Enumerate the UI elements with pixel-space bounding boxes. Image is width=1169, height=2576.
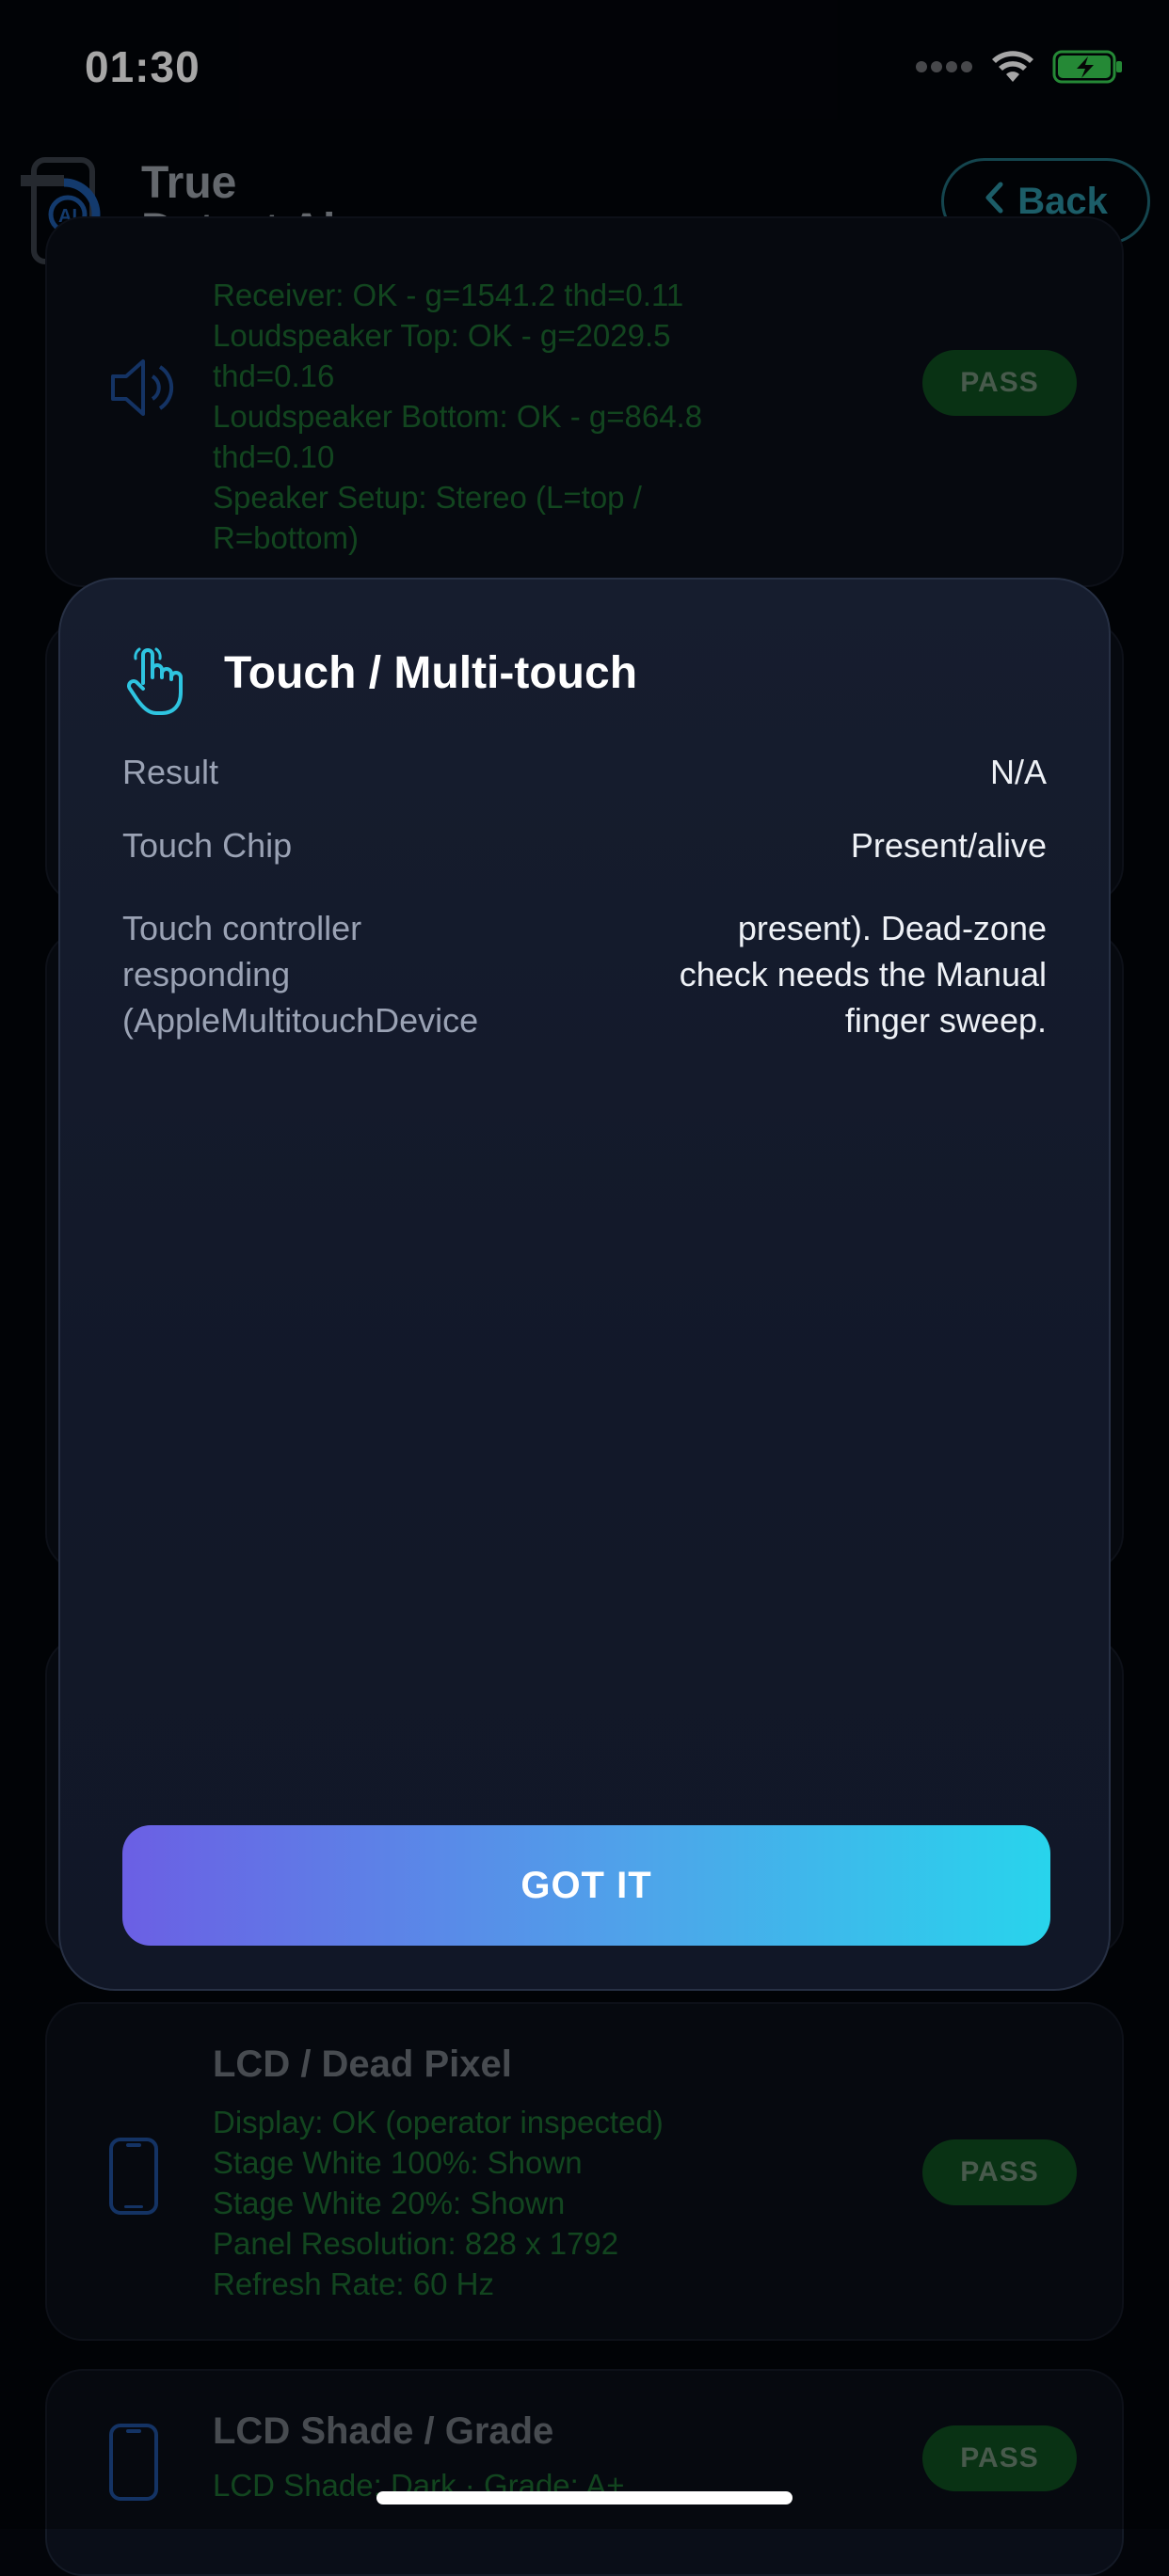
- hand-pointer-icon: [122, 645, 190, 722]
- touch-controller-label-line: (AppleMultitouchDevice: [122, 1001, 479, 1040]
- touch-chip-value: Present/alive: [850, 826, 1047, 865]
- modal-title: Touch / Multi-touch: [224, 648, 638, 698]
- touch-controller-label-line: responding: [122, 955, 291, 994]
- got-it-button[interactable]: GOT IT: [122, 1825, 1050, 1946]
- touch-controller-value-line: finger sweep.: [844, 1001, 1047, 1040]
- home-indicator[interactable]: [376, 2491, 793, 2504]
- detail-modal: Touch / Multi-touch Result N/A Touch Chi…: [58, 578, 1111, 1991]
- touch-chip-label: Touch Chip: [122, 826, 293, 865]
- result-label: Result: [122, 753, 219, 791]
- touch-controller-value-line: present). Dead-zone: [737, 909, 1047, 947]
- touch-controller-value: present). Dead-zone check needs the Manu…: [680, 905, 1047, 1043]
- touch-controller-label: Touch controller responding (AppleMultit…: [122, 905, 478, 1043]
- touch-controller-value-line: check needs the Manual: [679, 955, 1047, 994]
- touch-controller-label-line: Touch controller: [122, 909, 362, 947]
- result-value: N/A: [989, 753, 1047, 791]
